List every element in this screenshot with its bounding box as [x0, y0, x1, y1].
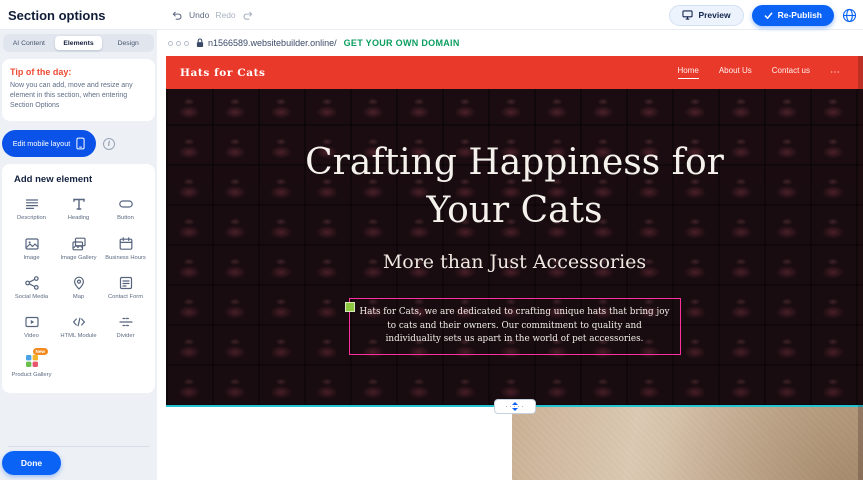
phone-icon	[76, 137, 85, 150]
language-globe-icon[interactable]	[842, 8, 857, 23]
edit-mobile-layout-button[interactable]: Edit mobile layout	[2, 130, 96, 157]
sidebar-tabs: AI Content Elements Design	[3, 34, 154, 52]
window-dot	[176, 41, 181, 46]
element-divider[interactable]: Divider	[102, 314, 149, 340]
map-icon	[71, 275, 87, 291]
element-business-hours[interactable]: Business Hours	[102, 236, 149, 262]
editor-sidebar: AI Content Elements Design Tip of the da…	[0, 30, 157, 480]
window-dot	[184, 41, 189, 46]
panel-title: Section options	[8, 8, 106, 23]
redo-icon[interactable]	[242, 10, 253, 21]
section-resize-handle[interactable]	[494, 399, 536, 414]
monitor-icon	[682, 10, 693, 20]
element-map[interactable]: Map	[55, 275, 102, 301]
element-image[interactable]: Image	[8, 236, 55, 262]
history-controls: Undo Redo	[172, 0, 253, 30]
resize-up-arrow-icon	[512, 402, 518, 405]
hero-text-block-selected[interactable]: Hats for Cats, we are dedicated to craft…	[349, 298, 681, 355]
redo-button[interactable]: Redo	[215, 10, 235, 20]
element-image-gallery[interactable]: Image Gallery	[55, 236, 102, 262]
site-header: Hats for Cats Home About Us Contact us ⋯	[166, 56, 863, 89]
info-icon[interactable]: i	[103, 138, 115, 150]
hero-body-text: Hats for Cats, we are dedicated to craft…	[360, 307, 670, 344]
tab-elements[interactable]: Elements	[55, 36, 103, 50]
done-button[interactable]: Done	[2, 451, 61, 475]
preview-button[interactable]: Preview	[669, 5, 743, 26]
website-preview: Hats for Cats Home About Us Contact us ⋯…	[166, 56, 863, 480]
element-heading[interactable]: Heading	[55, 196, 102, 222]
image-icon	[24, 236, 40, 252]
mobile-layout-row: Edit mobile layout i	[2, 130, 155, 157]
nav-home[interactable]: Home	[678, 66, 699, 79]
tip-body: Now you can add, move and resize any ele…	[10, 81, 147, 111]
tab-design[interactable]: Design	[104, 36, 152, 50]
tip-title: Tip of the day:	[10, 67, 147, 77]
element-button[interactable]: Button	[102, 196, 149, 222]
top-toolbar: Section options Undo Redo Preview Re-Pub…	[0, 0, 863, 30]
sidebar-divider	[8, 446, 149, 447]
contact-form-icon	[118, 275, 134, 291]
element-contact-form[interactable]: Contact Form	[102, 275, 149, 301]
element-product-gallery[interactable]: New Product Gallery	[8, 353, 55, 379]
element-grid: Description Heading Button Image Image G…	[8, 196, 149, 379]
check-icon	[764, 11, 773, 20]
hero-heading[interactable]: Crafting Happiness for Your Cats	[265, 89, 765, 234]
tip-of-the-day-card: Tip of the day: Now you can add, move an…	[2, 59, 155, 121]
site-url[interactable]: n1566589.websitebuilder.online/	[208, 38, 337, 48]
add-element-panel: Add new element Description Heading Butt…	[2, 164, 155, 392]
element-social-media[interactable]: Social Media	[8, 275, 55, 301]
browser-bar: n1566589.websitebuilder.online/ GET YOUR…	[157, 30, 863, 56]
description-icon	[24, 196, 40, 212]
next-section[interactable]	[166, 406, 863, 480]
button-icon	[118, 196, 134, 212]
undo-icon[interactable]	[172, 10, 183, 21]
nav-contact-us[interactable]: Contact us	[772, 66, 810, 79]
get-domain-link[interactable]: GET YOUR OWN DOMAIN	[344, 38, 460, 48]
add-element-title: Add new element	[14, 174, 149, 185]
preview-canvas: n1566589.websitebuilder.online/ GET YOUR…	[157, 30, 863, 480]
resize-grip-dots	[506, 406, 524, 408]
hero-subheading[interactable]: More than Just Accessories	[166, 251, 863, 273]
new-badge: New	[33, 348, 48, 355]
element-description[interactable]: Description	[8, 196, 55, 222]
browser-window-dots	[168, 41, 189, 46]
site-nav: Home About Us Contact us ⋯	[678, 66, 842, 79]
video-icon	[24, 314, 40, 330]
preview-button-label: Preview	[698, 10, 730, 20]
nav-more-menu[interactable]: ⋯	[830, 67, 841, 78]
topbar-actions: Preview Re-Publish	[669, 0, 857, 30]
element-video[interactable]: Video	[8, 314, 55, 340]
business-hours-icon	[118, 236, 134, 252]
html-module-icon	[71, 314, 87, 330]
tab-ai-content[interactable]: AI Content	[5, 36, 53, 50]
nav-about-us[interactable]: About Us	[719, 66, 752, 79]
window-dot	[168, 41, 173, 46]
resize-down-arrow-icon	[512, 408, 518, 411]
edit-mobile-layout-label: Edit mobile layout	[13, 139, 71, 148]
site-logo[interactable]: Hats for Cats	[180, 67, 266, 79]
image-gallery-icon	[71, 236, 87, 252]
product-gallery-icon	[24, 353, 40, 369]
lock-icon	[196, 38, 204, 48]
preview-scrollbar[interactable]	[858, 56, 863, 480]
element-html-module[interactable]: HTML Module	[55, 314, 102, 340]
divider-icon	[118, 314, 134, 330]
heading-icon	[71, 196, 87, 212]
next-section-photo	[512, 406, 863, 480]
republish-button-label: Re-Publish	[778, 10, 822, 20]
drag-handle-green[interactable]	[345, 302, 355, 312]
hero-section[interactable]: Crafting Happiness for Your Cats More th…	[166, 89, 863, 406]
republish-button[interactable]: Re-Publish	[752, 5, 834, 26]
social-media-icon	[24, 275, 40, 291]
undo-button[interactable]: Undo	[189, 10, 209, 20]
